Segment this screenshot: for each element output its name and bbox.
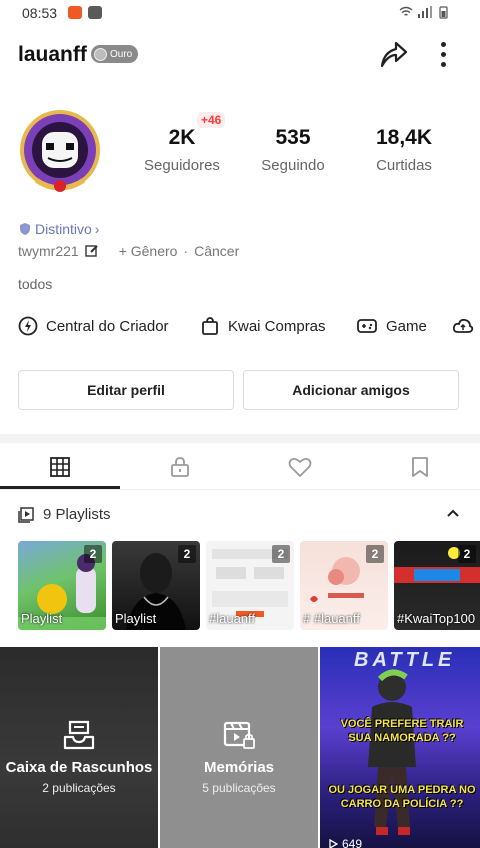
drafts-box[interactable]: Caixa de Rascunhos 2 publicações [0, 647, 158, 848]
playlist-caption: Playlist [115, 611, 157, 626]
playlist-card[interactable]: 2 # #lauanff [300, 541, 388, 630]
memories-count: 5 publicações [202, 781, 276, 795]
profile-info-line: twymr221 + Gênero · Câncer [18, 243, 239, 259]
memories-title: Memórias [203, 759, 275, 776]
status-bar: 08:53 [0, 0, 480, 26]
followers-label: Seguidores [144, 157, 220, 174]
zodiac-sign: Câncer [194, 243, 240, 259]
video-card[interactable]: BATTLE VOCÊ PREFERE TRAIR SUA NAMORADA ?… [320, 647, 480, 848]
dot [440, 61, 446, 67]
stat-likes[interactable]: 18,4K Curtidas [360, 126, 448, 174]
playlist-card[interactable]: 2 #KwaiTop100 [394, 541, 480, 630]
distintivo-link[interactable]: Distintivo › [18, 221, 99, 237]
stat-following[interactable]: 535 Seguindo [246, 126, 340, 174]
shield-icon [20, 223, 30, 235]
dot [440, 51, 446, 57]
edit-profile-button[interactable]: Editar perfil [18, 370, 234, 410]
tab-saved[interactable] [360, 444, 480, 490]
playlist-card[interactable]: 2 Playlist [112, 541, 200, 630]
dot [440, 41, 446, 47]
more-options-button[interactable] [430, 38, 456, 70]
playlists-count: 9 Playlists [43, 506, 111, 523]
shortcut-cloud[interactable] [452, 316, 474, 336]
drafts-inbox-icon [63, 720, 95, 750]
share-icon [380, 41, 408, 68]
video-view-count: 649 [342, 837, 363, 848]
dot-separator: · [183, 243, 189, 259]
profile-handle: twymr221 [18, 243, 79, 259]
shortcut-creator-center[interactable]: Central do Criador [18, 316, 169, 336]
chevron-right-icon: › [94, 221, 100, 237]
add-friends-button[interactable]: Adicionar amigos [243, 370, 459, 410]
playlist-video-count: 2 [178, 545, 196, 563]
playlists-header: 9 Playlists [18, 506, 111, 523]
lightning-circle-icon [18, 316, 38, 336]
following-label: Seguindo [261, 157, 325, 174]
shortcut-kwai-shopping[interactable]: Kwai Compras [200, 316, 326, 336]
share-button[interactable] [374, 38, 410, 70]
drafts-count: 2 publicações [42, 781, 116, 795]
video-views: 649 [328, 837, 362, 848]
avatar[interactable] [16, 108, 104, 196]
gamepad-icon [357, 319, 377, 333]
playlist-icon [18, 506, 34, 523]
stat-followers[interactable]: 2K Seguidores [130, 126, 234, 174]
playlist-card[interactable]: 2 Playlist [18, 541, 106, 630]
level-badge[interactable]: Ouro [91, 45, 139, 63]
distintivo-label: Distintivo [35, 221, 92, 237]
play-icon [329, 839, 338, 848]
video-question-2: OU JOGAR UMA PEDRA NO CARRO DA POLÍCIA ?… [328, 784, 476, 810]
signal-battery-icons [398, 5, 458, 22]
playlist-video-count: 2 [84, 545, 102, 563]
playlist-video-count: 2 [272, 545, 290, 563]
playlist-caption: # #lauanff [303, 611, 360, 626]
likes-count: 18,4K [375, 126, 433, 149]
section-divider [0, 434, 480, 443]
memories-film-icon [223, 721, 255, 749]
tab-liked[interactable] [240, 444, 360, 490]
shortcut-label: Game [386, 317, 427, 335]
playlist-caption: #KwaiTop100 [397, 611, 476, 626]
playlist-caption: Playlist [21, 611, 63, 626]
tab-divider [0, 489, 480, 490]
status-time: 08:53 [22, 5, 58, 21]
lock-icon [171, 457, 189, 477]
shortcut-label: Central do Criador [46, 317, 169, 335]
grid-icon [50, 457, 70, 477]
bio-text: todos [18, 276, 53, 292]
following-count: 535 [275, 126, 311, 149]
notification-icon [68, 6, 82, 19]
memories-box[interactable]: Memórias 5 publicações [160, 647, 318, 848]
avatar-image [20, 110, 100, 192]
bookmark-icon [412, 457, 428, 477]
tab-private[interactable] [120, 444, 240, 490]
drafts-text: Caixa de Rascunhos 2 publicações [0, 759, 158, 795]
gender-field[interactable]: + Gênero [119, 243, 178, 259]
notification-icon [88, 6, 102, 19]
memories-text: Memórias 5 publicações [160, 759, 318, 795]
playlist-card[interactable]: 2 #lauanff [206, 541, 294, 630]
heart-icon [288, 457, 312, 477]
shortcut-label: Kwai Compras [228, 317, 326, 335]
medal-icon [94, 47, 107, 61]
cloud-icon [452, 318, 474, 333]
edit-icon[interactable] [84, 244, 99, 258]
shopping-bag-icon [202, 317, 218, 335]
playlist-video-count: 2 [366, 545, 384, 563]
video-character-art [368, 669, 416, 835]
followers-count: 2K [168, 126, 196, 149]
tab-active-indicator [0, 486, 120, 489]
chevron-up-icon[interactable] [444, 504, 462, 522]
shortcut-game[interactable]: Game [356, 316, 427, 336]
likes-label: Curtidas [376, 157, 432, 174]
profile-username: lauanff [18, 43, 87, 66]
level-badge-label: Ouro [110, 48, 133, 60]
video-question-1: VOCÊ PREFERE TRAIR SUA NAMORADA ?? [340, 718, 464, 744]
playlist-video-count: 2 [458, 545, 476, 563]
playlist-caption: #lauanff [209, 611, 256, 626]
tab-grid[interactable] [0, 444, 120, 490]
drafts-title: Caixa de Rascunhos [5, 759, 153, 776]
